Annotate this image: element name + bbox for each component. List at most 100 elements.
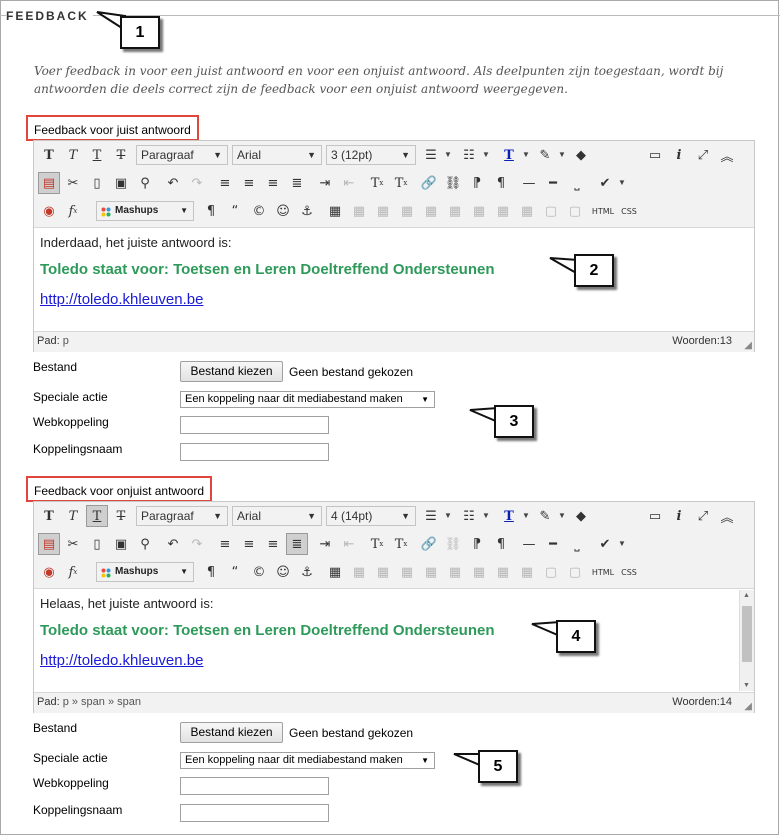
paragraph-format-select[interactable]: Paragraaf ▼ xyxy=(136,145,228,165)
path-value[interactable]: p » span » span xyxy=(63,696,141,708)
content-link[interactable]: http://toledo.khleuven.be xyxy=(40,652,203,669)
resize-grip-icon[interactable]: ◢ xyxy=(744,340,752,351)
horizontal-rule-icon[interactable]: — xyxy=(518,533,540,555)
quote-icon[interactable]: “ xyxy=(224,200,246,222)
chevron-down-icon[interactable]: ▼ xyxy=(522,511,530,520)
quote-icon[interactable]: “ xyxy=(224,561,246,583)
ltr-icon[interactable]: ⁋ xyxy=(466,533,488,555)
font-family-select[interactable]: Arial ▼ xyxy=(232,506,322,526)
table-icon[interactable]: ▦ xyxy=(324,200,346,222)
align-center-icon[interactable]: ≡ xyxy=(238,533,260,555)
emoticon-icon[interactable]: ☺ xyxy=(272,200,294,222)
table-cell-props-icon[interactable]: ▦ xyxy=(372,561,394,583)
link-icon[interactable]: 🔗 xyxy=(418,533,440,555)
table-cell-props-icon[interactable]: ▦ xyxy=(372,200,394,222)
merge-cells-icon[interactable]: ▢ xyxy=(564,200,586,222)
redo-icon[interactable]: ↷ xyxy=(186,172,208,194)
spellcheck-icon[interactable]: ✔ xyxy=(594,172,616,194)
paragraph-format-select[interactable]: Paragraaf ▼ xyxy=(136,506,228,526)
info-icon[interactable]: i xyxy=(668,505,690,527)
text-color-icon[interactable]: T xyxy=(498,144,520,166)
record-icon[interactable]: ◉ xyxy=(38,561,60,583)
scroll-down-icon[interactable]: ▼ xyxy=(743,682,750,689)
align-left-icon[interactable]: ≡ xyxy=(214,533,236,555)
strikethrough-button[interactable]: T xyxy=(110,505,132,527)
chevron-down-icon[interactable]: ▼ xyxy=(444,150,452,159)
superscript-icon[interactable]: Tx xyxy=(366,172,388,194)
css-button[interactable]: CSS xyxy=(616,200,642,222)
italic-button[interactable]: T xyxy=(62,144,84,166)
chevron-down-icon[interactable]: ▼ xyxy=(522,150,530,159)
insert-col-before-icon[interactable]: ▦ xyxy=(468,200,490,222)
copyright-icon[interactable]: © xyxy=(248,561,270,583)
copy-icon[interactable]: ▯ xyxy=(86,172,108,194)
scroll-up-icon[interactable]: ▲ xyxy=(743,592,750,599)
chevron-down-icon[interactable]: ▼ xyxy=(558,150,566,159)
numbered-list-icon[interactable]: ☷ xyxy=(458,505,480,527)
delete-col-icon[interactable]: ▦ xyxy=(516,200,538,222)
scrollbar-thumb[interactable] xyxy=(742,606,752,662)
unlink-icon[interactable]: ⛓ xyxy=(442,533,464,555)
paste-text-icon[interactable]: ▤ xyxy=(38,533,60,555)
unlink-icon[interactable]: ⛓ xyxy=(442,172,464,194)
insert-row-before-icon[interactable]: ▦ xyxy=(396,200,418,222)
delete-col-icon[interactable]: ▦ xyxy=(516,561,538,583)
copyright-icon[interactable]: © xyxy=(248,200,270,222)
fullscreen-icon[interactable]: ⤢ xyxy=(692,505,714,527)
horizontal-rule-icon[interactable]: — xyxy=(518,172,540,194)
formula-icon[interactable]: fx xyxy=(62,561,84,583)
justify-icon[interactable]: ≣ xyxy=(286,172,308,194)
path-value[interactable]: p xyxy=(63,335,69,347)
undo-icon[interactable]: ↶ xyxy=(162,533,184,555)
bold-button[interactable]: T xyxy=(38,505,60,527)
align-right-icon[interactable]: ≡ xyxy=(262,533,284,555)
outdent-icon[interactable]: ⇤ xyxy=(338,533,360,555)
info-icon[interactable]: i xyxy=(668,144,690,166)
preview-icon[interactable]: ▭ xyxy=(644,505,666,527)
italic-button[interactable]: T xyxy=(62,505,84,527)
redo-icon[interactable]: ↷ xyxy=(186,533,208,555)
record-icon[interactable]: ◉ xyxy=(38,200,60,222)
special-action-select[interactable]: Een koppeling naar dit mediabestand make… xyxy=(180,391,435,408)
insert-col-after-icon[interactable]: ▦ xyxy=(492,561,514,583)
table-icon[interactable]: ▦ xyxy=(324,561,346,583)
copy-icon[interactable]: ▯ xyxy=(86,533,108,555)
strikethrough-button[interactable]: T xyxy=(110,144,132,166)
align-right-icon[interactable]: ≡ xyxy=(262,172,284,194)
thick-rule-icon[interactable]: ━ xyxy=(542,172,564,194)
bold-button[interactable]: T xyxy=(38,144,60,166)
underline-button[interactable]: T xyxy=(86,505,108,527)
content-link[interactable]: http://toledo.khleuven.be xyxy=(40,291,203,308)
text-color-icon[interactable]: T xyxy=(498,505,520,527)
insert-row-after-icon[interactable]: ▦ xyxy=(420,200,442,222)
spellcheck-icon[interactable]: ✔ xyxy=(594,533,616,555)
thick-rule-icon[interactable]: ━ xyxy=(542,533,564,555)
preview-icon[interactable]: ▭ xyxy=(644,144,666,166)
bullet-list-icon[interactable]: ☰ xyxy=(420,505,442,527)
font-size-select[interactable]: 3 (12pt) ▼ xyxy=(326,145,416,165)
split-cells-icon[interactable]: ▢ xyxy=(540,200,562,222)
html-source-button[interactable]: HTML xyxy=(590,561,616,583)
align-center-icon[interactable]: ≡ xyxy=(238,172,260,194)
align-left-icon[interactable]: ≡ xyxy=(214,172,236,194)
superscript-icon[interactable]: Tx xyxy=(366,533,388,555)
numbered-list-icon[interactable]: ☷ xyxy=(458,144,480,166)
chevron-down-icon[interactable]: ▼ xyxy=(482,150,490,159)
ltr-icon[interactable]: ⁋ xyxy=(466,172,488,194)
cut-icon[interactable]: ✂ xyxy=(62,172,84,194)
collapse-icon[interactable]: ︽ xyxy=(716,144,738,166)
outdent-icon[interactable]: ⇤ xyxy=(338,172,360,194)
mashups-menu[interactable]: Mashups ▼ xyxy=(96,562,194,582)
insert-row-before-icon[interactable]: ▦ xyxy=(396,561,418,583)
bullet-list-icon[interactable]: ☰ xyxy=(420,144,442,166)
split-cells-icon[interactable]: ▢ xyxy=(540,561,562,583)
table-row-props-icon[interactable]: ▦ xyxy=(348,200,370,222)
chevron-down-icon[interactable]: ▼ xyxy=(482,511,490,520)
insert-col-before-icon[interactable]: ▦ xyxy=(468,561,490,583)
pilcrow-icon[interactable]: ¶ xyxy=(200,200,222,222)
undo-icon[interactable]: ↶ xyxy=(162,172,184,194)
paste-icon[interactable]: ▣ xyxy=(110,533,132,555)
html-source-button[interactable]: HTML xyxy=(590,200,616,222)
highlight-icon[interactable]: ✎ xyxy=(534,144,556,166)
choose-file-button[interactable]: Bestand kiezen xyxy=(180,722,283,743)
